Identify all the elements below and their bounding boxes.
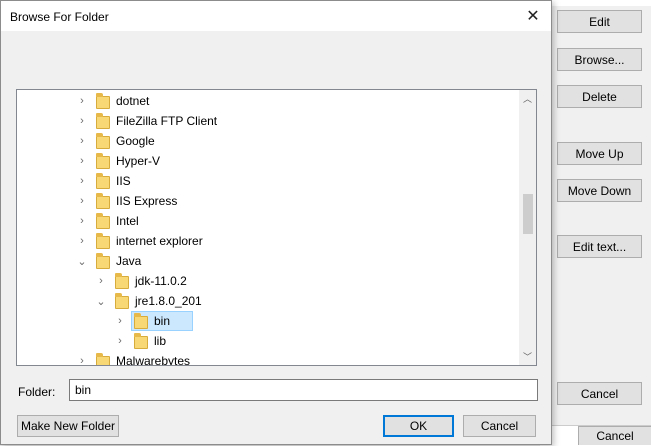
chevron-right-icon[interactable]: ›: [77, 195, 87, 207]
tree-item[interactable]: › dotnet: [17, 91, 520, 111]
close-icon[interactable]: ✕: [521, 5, 545, 27]
folder-tree[interactable]: › dotnet › FileZilla FTP Client › Google › Hype…: [16, 89, 537, 366]
chevron-right-icon[interactable]: ›: [77, 235, 87, 247]
folder-input[interactable]: bin: [69, 379, 538, 401]
tree-item-label: IIS Express: [116, 194, 178, 208]
tree-item[interactable]: › internet explorer: [17, 231, 520, 251]
tree-item-label: bin: [154, 314, 171, 328]
browse-button[interactable]: Browse...: [557, 48, 642, 71]
ok-button[interactable]: OK: [383, 415, 454, 437]
scroll-down-icon[interactable]: ﹀: [519, 348, 536, 365]
folder-icon: [96, 233, 110, 249]
chevron-right-icon[interactable]: ›: [115, 335, 125, 347]
tree-item[interactable]: › Malwarebytes: [17, 351, 520, 366]
tree-item-label: Malwarebytes: [116, 354, 191, 366]
folder-icon: [134, 313, 148, 329]
chevron-right-icon[interactable]: ›: [77, 175, 87, 187]
folder-icon: [96, 93, 110, 109]
tree-item[interactable]: ⌄ jre1.8.0_201: [17, 291, 520, 311]
scroll-thumb[interactable]: [523, 194, 533, 234]
folder-icon: [96, 173, 110, 189]
background-bottom-cancel-button[interactable]: Cancel: [578, 426, 651, 445]
folder-icon: [96, 253, 110, 269]
folder-icon: [96, 133, 110, 149]
move-down-button[interactable]: Move Down: [557, 179, 642, 202]
dialog-title: Browse For Folder: [10, 10, 109, 24]
tree-item[interactable]: ⌄ Java: [17, 251, 520, 271]
chevron-right-icon[interactable]: ›: [77, 155, 87, 167]
tree-item-label: dotnet: [116, 94, 150, 108]
edit-button[interactable]: Edit: [557, 10, 642, 33]
chevron-right-icon[interactable]: ›: [77, 115, 87, 127]
chevron-down-icon[interactable]: ⌄: [77, 256, 87, 268]
cancel-button[interactable]: Cancel: [463, 415, 536, 437]
delete-button[interactable]: Delete: [557, 85, 642, 108]
chevron-right-icon[interactable]: ›: [77, 355, 87, 365]
tree-item-label: IIS: [116, 174, 131, 188]
tree-item[interactable]: › FileZilla FTP Client: [17, 111, 520, 131]
make-new-folder-button[interactable]: Make New Folder: [17, 415, 119, 437]
tree-item[interactable]: › IIS Express: [17, 191, 520, 211]
tree-item-label: Google: [116, 134, 155, 148]
tree-item-label: Java: [116, 254, 142, 268]
tree-item-label: Intel: [116, 214, 139, 228]
tree-item[interactable]: › lib: [17, 331, 520, 351]
tree-item[interactable]: › jdk-11.0.2: [17, 271, 520, 291]
move-up-button[interactable]: Move Up: [557, 142, 642, 165]
tree-item-label: Hyper-V: [116, 154, 161, 168]
tree-item[interactable]: › bin: [17, 311, 520, 331]
tree-item-label: internet explorer: [116, 234, 203, 248]
tree-item[interactable]: › Intel: [17, 211, 520, 231]
chevron-right-icon[interactable]: ›: [115, 315, 125, 327]
tree-item-label: jdk-11.0.2: [135, 274, 187, 288]
chevron-right-icon[interactable]: ›: [77, 215, 87, 227]
folder-icon: [115, 293, 129, 309]
tree-item-label: jre1.8.0_201: [135, 294, 202, 308]
title-bar: Browse For Folder ✕: [1, 1, 551, 31]
tree-item[interactable]: › Hyper-V: [17, 151, 520, 171]
background-cancel-button[interactable]: Cancel: [557, 382, 642, 405]
folder-icon: [96, 213, 110, 229]
folder-icon: [96, 353, 110, 365]
chevron-right-icon[interactable]: ›: [77, 95, 87, 107]
chevron-right-icon[interactable]: ›: [77, 135, 87, 147]
folder-field-label: Folder:: [18, 385, 56, 399]
folder-icon: [96, 193, 110, 209]
tree-item[interactable]: › IIS: [17, 171, 520, 191]
folder-icon: [115, 273, 129, 289]
tree-item[interactable]: › Google: [17, 131, 520, 151]
scroll-up-icon[interactable]: ︿: [519, 90, 536, 107]
folder-icon: [96, 153, 110, 169]
edit-text-button[interactable]: Edit text...: [557, 235, 642, 258]
browse-for-folder-dialog: Browse For Folder ✕ › dotnet › FileZilla FT…: [0, 0, 552, 445]
tree-item-label: FileZilla FTP Client: [116, 114, 218, 128]
tree-item-label: lib: [154, 334, 167, 348]
folder-icon: [134, 333, 148, 349]
vertical-scrollbar[interactable]: ︿ ﹀: [519, 90, 536, 365]
chevron-down-icon[interactable]: ⌄: [96, 296, 106, 308]
chevron-right-icon[interactable]: ›: [96, 275, 106, 287]
folder-icon: [96, 113, 110, 129]
